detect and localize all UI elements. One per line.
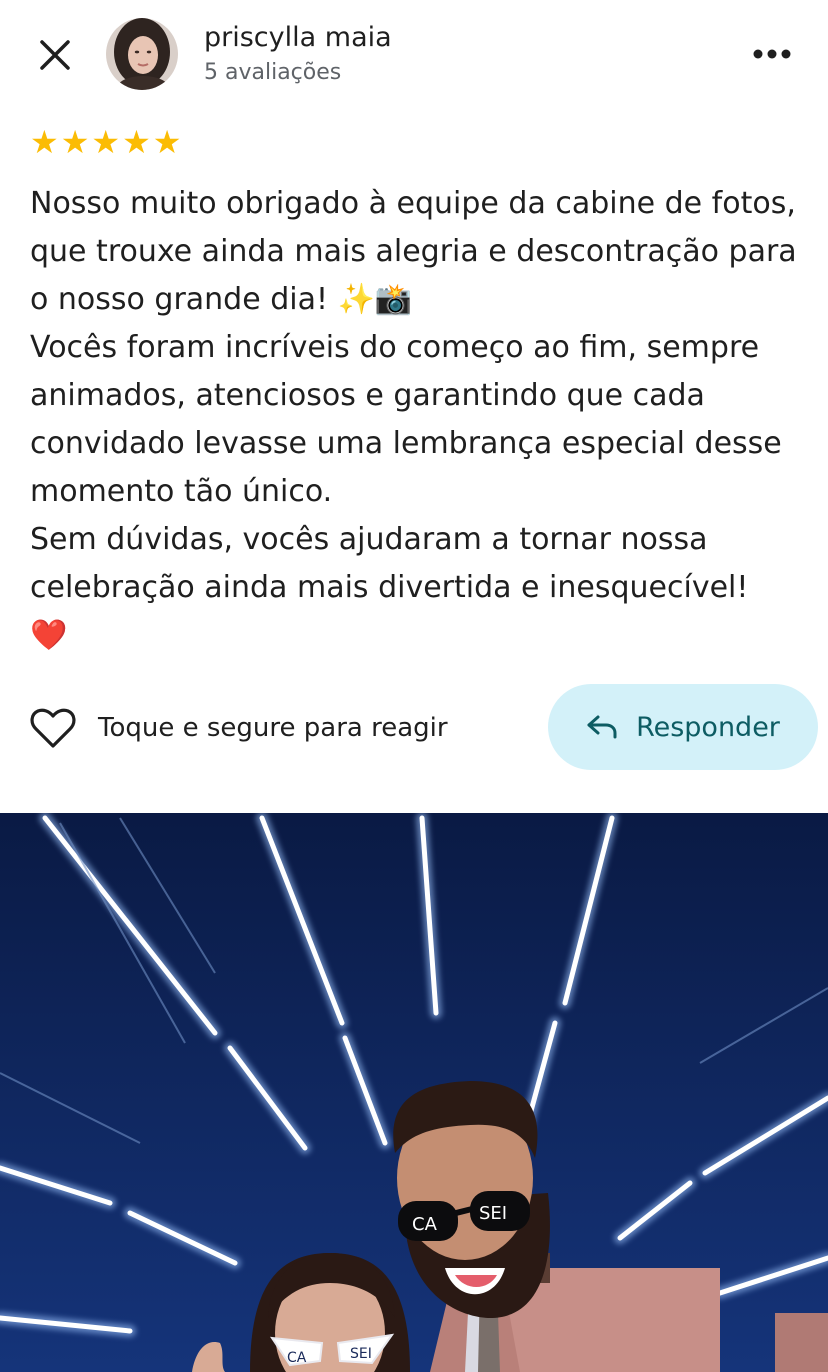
review-actions: Toque e segure para reagir Responder	[0, 680, 828, 776]
review-paragraph: Sem dúvidas, vocês ajudaram a tornar nos…	[30, 522, 749, 605]
react-button[interactable]: Toque e segure para reagir	[30, 700, 448, 756]
review-paragraph: Nosso muito obrigado à equipe da cabine …	[30, 186, 797, 317]
review-text: Nosso muito obrigado à equipe da cabine …	[30, 180, 810, 660]
photo-booth-image: CA SEI CA SEI	[0, 813, 828, 1372]
review-paragraph: Vocês foram incríveis do começo ao fim, …	[30, 330, 782, 509]
react-label: Toque e segure para reagir	[98, 713, 448, 743]
glasses-left-text: CA	[412, 1214, 438, 1235]
star-icon: ★	[91, 123, 121, 161]
star-icon: ★	[30, 123, 59, 161]
star-icon: ★	[122, 123, 151, 161]
glasses-right-text: SEI	[479, 1203, 507, 1224]
star-icon: ★	[60, 123, 90, 161]
review-header: priscylla maia 5 avaliações	[0, 0, 828, 110]
reply-arrow-icon	[587, 715, 617, 739]
avatar-image	[106, 18, 178, 90]
glasses-right-text-2: SEI	[350, 1346, 372, 1362]
close-button[interactable]	[30, 30, 80, 80]
reviewer-name[interactable]: priscylla maia	[204, 22, 392, 53]
heart-outline-icon	[30, 708, 76, 748]
star-icon: ★	[152, 123, 182, 161]
review-photo[interactable]: CA SEI CA SEI	[0, 813, 828, 1372]
reply-button[interactable]: Responder	[548, 684, 818, 770]
more-options-button[interactable]	[744, 32, 800, 76]
reviewer-review-count: 5 avaliações	[204, 60, 342, 85]
more-horizontal-icon	[753, 49, 791, 59]
close-icon	[40, 40, 70, 70]
avatar[interactable]	[106, 18, 178, 90]
reply-label: Responder	[636, 711, 780, 743]
review-emoji: ❤️	[30, 618, 68, 653]
glasses-left-text-2: CA	[287, 1350, 307, 1366]
star-rating: ★ ★ ★ ★ ★	[30, 126, 181, 158]
